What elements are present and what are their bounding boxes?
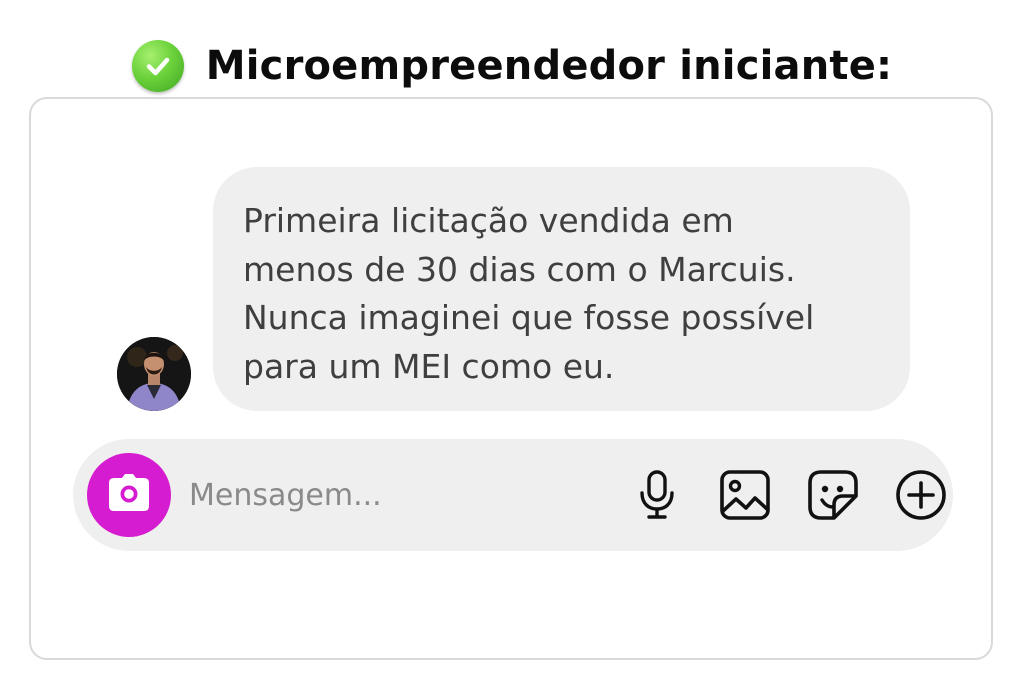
message-input[interactable]	[189, 469, 579, 521]
microphone-icon[interactable]	[629, 467, 685, 523]
heading: Microempreendedor iniciante:	[0, 40, 1024, 92]
check-circle-icon	[131, 40, 184, 92]
page-title: Microempreendedor iniciante:	[205, 43, 893, 89]
camera-icon	[106, 473, 152, 518]
sticker-icon[interactable]	[805, 467, 861, 523]
message-composer	[73, 439, 953, 551]
chat-card: Primeira licitação vendida em menos de 3…	[29, 97, 993, 660]
add-circle-icon[interactable]	[893, 467, 949, 523]
image-icon[interactable]	[717, 467, 773, 523]
message-bubble[interactable]: Primeira licitação vendida em menos de 3…	[213, 167, 910, 411]
avatar[interactable]	[117, 337, 191, 411]
camera-button[interactable]	[87, 453, 171, 537]
message-text: Primeira licitação vendida em menos de 3…	[243, 201, 815, 386]
